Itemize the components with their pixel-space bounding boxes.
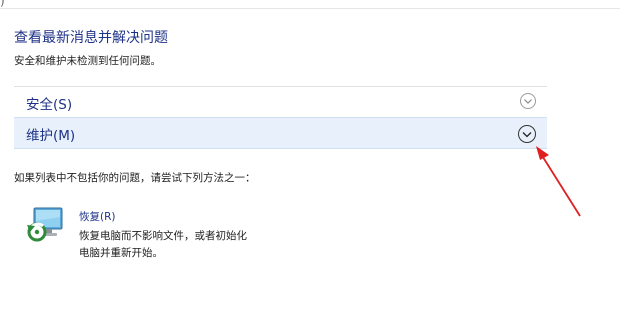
recovery-icon[interactable] <box>25 205 67 245</box>
section-maintenance[interactable]: 维护(M) <box>14 117 547 149</box>
section-security[interactable]: 安全(S) <box>14 86 547 116</box>
section-security-label: 安全(S) <box>26 97 73 113</box>
recovery-link[interactable]: 恢复(R) <box>79 209 116 224</box>
top-edge-glyph: ) <box>0 0 5 8</box>
top-edge: ) <box>0 0 620 9</box>
section-maintenance-label: 维护(M) <box>26 128 76 144</box>
red-arrow-icon <box>536 146 581 217</box>
page-subtitle: 安全和维护未检测到任何问题。 <box>14 55 161 67</box>
recovery-description: 恢复电脑而不影响文件，或者初始化电脑并重新开始。 <box>79 230 247 259</box>
chevron-down-icon[interactable] <box>520 93 536 109</box>
security-and-maintenance-panel: ) 查看最新消息并解决问题 安全和维护未检测到任何问题。 安全(S) 维护(M)… <box>0 0 620 309</box>
page-title: 查看最新消息并解决问题 <box>14 30 168 46</box>
hint-text: 如果列表中不包括你的问题，请尝试下列方法之一： <box>14 172 256 184</box>
